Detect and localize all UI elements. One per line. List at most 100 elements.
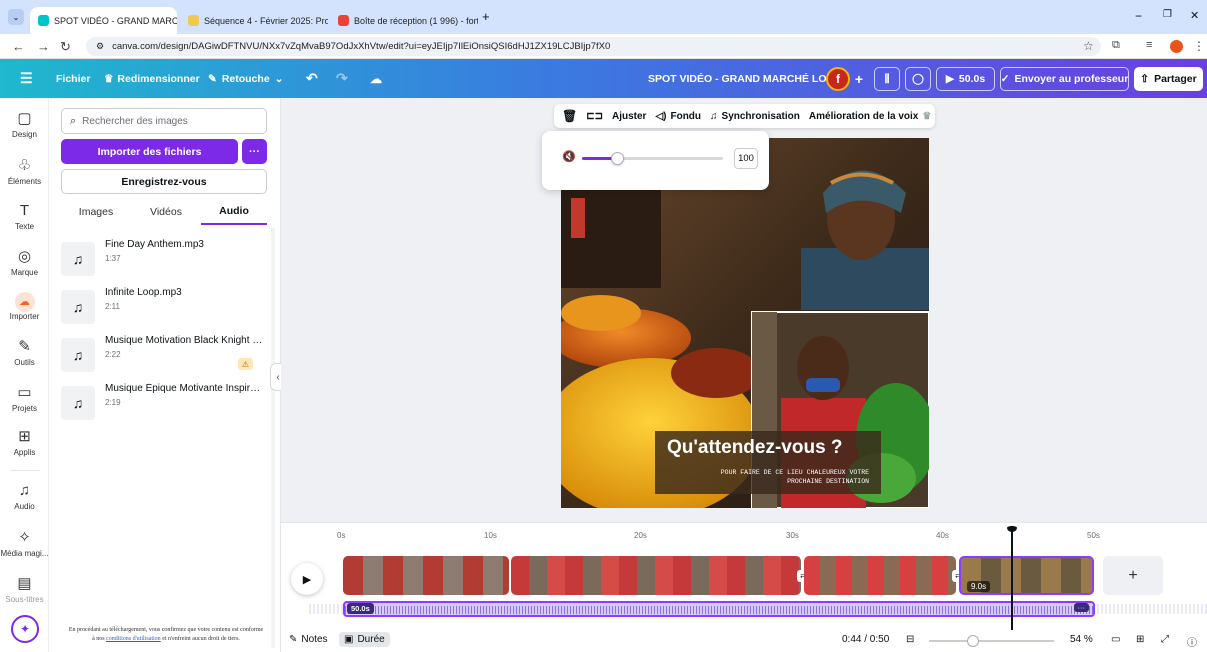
rail-magic-media[interactable]: ✧ Média magi... bbox=[0, 529, 49, 558]
tab-audio[interactable]: Audio bbox=[201, 198, 267, 225]
playhead-handle[interactable] bbox=[1007, 526, 1017, 532]
panel-scrollbar[interactable] bbox=[271, 228, 275, 648]
playhead[interactable] bbox=[1007, 526, 1017, 631]
import-files-button[interactable]: Importer des fichiers bbox=[61, 139, 238, 164]
sync-button[interactable]: ♫ Synchronisation bbox=[710, 111, 800, 122]
send-to-teacher-button[interactable]: ✓ Envoyer au professeur bbox=[1000, 67, 1129, 91]
voice-enhance-button[interactable]: Amélioration de la voix ♛ bbox=[809, 111, 931, 122]
volume-value-input[interactable]: 100 bbox=[734, 148, 758, 169]
site-settings-icon[interactable]: ⚙ bbox=[96, 41, 104, 52]
rail-tools[interactable]: ✎ Outils bbox=[0, 338, 49, 367]
reload-icon[interactable]: ↻ bbox=[60, 39, 71, 55]
main-menu-icon[interactable]: ☰ bbox=[20, 59, 33, 98]
zoom-slider[interactable] bbox=[929, 635, 1054, 647]
terms-link[interactable]: conditions d'utilisation bbox=[106, 636, 161, 642]
back-icon[interactable]: ← bbox=[12, 39, 25, 54]
list-item[interactable]: ♫ Fine Day Anthem.mp3 1:37 bbox=[61, 238, 267, 282]
grid-view-icon[interactable]: ⊞ bbox=[1136, 634, 1144, 645]
rail-design[interactable]: ▢ Design bbox=[0, 110, 49, 139]
zoom-level[interactable]: 54 % bbox=[1070, 634, 1093, 645]
rail-uploads[interactable]: ☁ Importer bbox=[0, 292, 49, 321]
extensions-icon[interactable]: ⧉ bbox=[1112, 39, 1120, 52]
browser-tab-sequence[interactable]: Séquence 4 - Février 2025: Proc ✕ bbox=[180, 7, 328, 34]
fullscreen-icon[interactable]: ⤢ bbox=[1161, 634, 1169, 645]
rail-text[interactable]: T Texte bbox=[0, 202, 49, 231]
browser-tab-canva[interactable]: SPOT VIDÉO - GRAND MARCHÉ ✕ bbox=[30, 7, 177, 34]
gmail-favicon-icon bbox=[338, 15, 349, 26]
subline-text[interactable]: POUR FAIRE DE CE LIEU CHALEUREUX VOTRE P… bbox=[671, 468, 869, 486]
rail-label: Éléments bbox=[7, 177, 42, 186]
notes-icon: ✎ bbox=[289, 634, 298, 645]
upload-cloud-icon: ☁ bbox=[14, 292, 35, 312]
address-bar[interactable]: ⚙ canva.com/design/DAGiwDFTNVU/NXx7vZqMv… bbox=[86, 37, 1101, 56]
add-clip-button[interactable]: + bbox=[1103, 556, 1163, 595]
notes-button[interactable]: ✎ Notes bbox=[289, 634, 328, 645]
cloud-saved-icon[interactable]: ☁ bbox=[370, 59, 382, 98]
share-label: Partager bbox=[1154, 73, 1197, 85]
new-tab-button[interactable]: + bbox=[482, 9, 490, 24]
fit-icon[interactable]: ⊟ bbox=[906, 634, 914, 645]
reading-list-icon[interactable]: ≡ bbox=[1146, 39, 1152, 51]
bookmark-star-icon[interactable]: ☆ bbox=[1083, 39, 1094, 53]
comments-button[interactable]: ◯ bbox=[905, 67, 931, 91]
magic-assistant-button[interactable]: ✦ bbox=[11, 615, 39, 643]
list-item[interactable]: ♫ Musique Motivation Black Knight - ... 2… bbox=[61, 334, 267, 378]
delete-icon[interactable]: 🗑 bbox=[562, 109, 577, 123]
audio-track[interactable]: 50.0s ··· bbox=[343, 601, 1095, 617]
list-item[interactable]: ♫ Musique Épique Motivante Inspira... 2:1… bbox=[61, 382, 267, 426]
zoom-slider-handle[interactable] bbox=[966, 635, 979, 647]
record-yourself-button[interactable]: Enregistrez-vous bbox=[61, 169, 267, 194]
tab-images[interactable]: Images bbox=[61, 198, 131, 225]
redo-icon[interactable]: ↷ bbox=[336, 59, 348, 98]
volume-slider[interactable] bbox=[582, 152, 723, 165]
duration-button[interactable]: ▣ Durée bbox=[339, 632, 390, 647]
split-icon[interactable]: ⊏⊐ bbox=[586, 111, 603, 122]
undo-icon[interactable]: ↶ bbox=[306, 59, 318, 98]
play-button[interactable]: ▶ bbox=[291, 563, 323, 595]
document-title[interactable]: SPOT VIDÉO - GRAND MARCHÉ LOMÉ bbox=[648, 59, 842, 98]
beat-sync-icon: ♫ bbox=[710, 110, 718, 122]
share-button[interactable]: ⇧ Partager bbox=[1134, 67, 1203, 91]
rail-subtitles[interactable]: ▤ Sous-titres bbox=[0, 575, 49, 604]
forward-icon[interactable]: → bbox=[37, 39, 50, 54]
audio-more-button[interactable]: ··· bbox=[1073, 603, 1089, 612]
user-avatar[interactable]: f bbox=[826, 67, 850, 91]
video-clip-1[interactable] bbox=[343, 556, 509, 595]
profile-avatar[interactable] bbox=[1170, 40, 1183, 53]
list-item[interactable]: ♫ Infinite Loop.mp3 2:11 bbox=[61, 286, 267, 330]
more-options-button[interactable]: ··· bbox=[242, 139, 267, 164]
browser-menu-icon[interactable]: ⋮ bbox=[1193, 39, 1205, 53]
adjust-button[interactable]: Ajuster bbox=[612, 111, 646, 122]
page-view-icon[interactable]: ▭ bbox=[1111, 634, 1120, 645]
rail-projects[interactable]: ▭ Projets bbox=[0, 384, 49, 413]
headline-text[interactable]: Qu'attendez-vous ? bbox=[667, 437, 843, 459]
close-window-icon[interactable]: ✕ bbox=[1190, 9, 1199, 22]
search-input[interactable]: ⌕ Rechercher des images bbox=[61, 108, 267, 134]
help-icon[interactable]: ⓘ bbox=[1187, 634, 1197, 649]
tab-videos[interactable]: Vidéos bbox=[131, 198, 201, 225]
volume-slider-handle[interactable] bbox=[611, 152, 625, 165]
subline-line-1: POUR FAIRE DE CE LIEU CHALEUREUX VOTRE bbox=[720, 469, 869, 476]
add-collaborator-icon[interactable]: + bbox=[850, 67, 868, 91]
video-canvas[interactable]: Qu'attendez-vous ? POUR FAIRE DE CE LIEU… bbox=[561, 138, 929, 508]
rail-divider bbox=[10, 470, 39, 471]
browser-tab-gmail[interactable]: Boîte de réception (1 996) - forti ✕ bbox=[330, 7, 478, 34]
video-clip-4-selected[interactable]: 9.0s bbox=[959, 556, 1094, 595]
restore-icon[interactable]: ❐ bbox=[1163, 9, 1172, 20]
play-preview-button[interactable]: ▶ 50.0s bbox=[936, 67, 995, 91]
resize-button[interactable]: ♛ Redimensionner bbox=[104, 59, 200, 98]
check-circle-icon: ✓ bbox=[1000, 73, 1010, 85]
file-menu[interactable]: Fichier bbox=[56, 59, 90, 98]
mute-icon[interactable]: 🔇 bbox=[562, 150, 576, 163]
fade-button[interactable]: ◁) Fondu bbox=[655, 111, 701, 122]
retouch-button[interactable]: ✎ Retouche ⌄ bbox=[208, 59, 283, 98]
rail-brand[interactable]: ◎ Marque bbox=[0, 248, 49, 277]
rail-audio[interactable]: ♫ Audio bbox=[0, 482, 49, 511]
tab-search-button[interactable]: ⌄ bbox=[8, 9, 24, 25]
rail-apps[interactable]: ⊞ Applis bbox=[0, 428, 49, 457]
insights-button[interactable]: ⫼ bbox=[874, 67, 900, 91]
video-clip-2[interactable] bbox=[511, 556, 801, 595]
rail-elements[interactable]: ♧ Éléments bbox=[0, 157, 49, 186]
video-clip-3[interactable] bbox=[804, 556, 956, 595]
minimize-icon[interactable]: − bbox=[1135, 9, 1142, 23]
